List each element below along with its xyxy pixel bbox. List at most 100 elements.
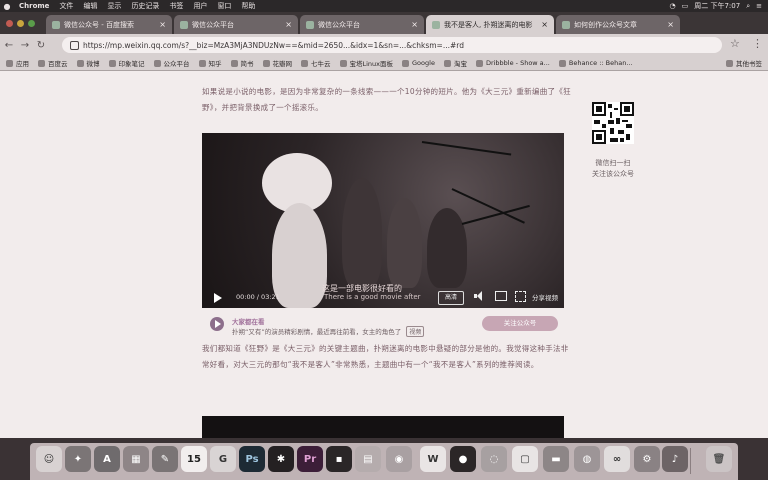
tab-close-icon[interactable]: × bbox=[541, 20, 548, 29]
tab-how-to-write[interactable]: 如何创作公众号文章 × bbox=[556, 15, 680, 34]
related-video-card[interactable]: 大家都在看 扑朔“又有”的演员精彩剧情，最近再往前看，女主的角色了 视频 关注公… bbox=[202, 315, 574, 337]
stickies-icon[interactable]: ▬ bbox=[543, 446, 569, 472]
menu-item-bookmarks[interactable]: 书签 bbox=[164, 1, 188, 11]
safari-icon[interactable]: ✎ bbox=[152, 446, 178, 472]
search-icon[interactable]: ⌕ bbox=[746, 2, 750, 11]
tab-article[interactable]: 我不是客人, 扑朔迷离的电影 × bbox=[426, 15, 554, 34]
menu-item-history[interactable]: 历史记录 bbox=[126, 1, 164, 11]
battery-icon[interactable]: ▭ bbox=[682, 2, 689, 10]
wechat-icon[interactable]: ◌ bbox=[481, 446, 507, 472]
video-channel-icon bbox=[210, 317, 224, 331]
bookmark-behance[interactable]: Behance :: Behan... bbox=[558, 59, 633, 67]
baidu-favicon-icon bbox=[52, 20, 60, 29]
quality-button[interactable]: 高清 bbox=[438, 291, 464, 305]
menu-item-people[interactable]: 用户 bbox=[188, 1, 212, 11]
card-title: 大家都在看 bbox=[232, 318, 265, 326]
wps-icon[interactable]: W bbox=[420, 446, 446, 472]
bookmarks-bar: 应用 百度云 微博 印象笔记 公众平台 知乎 简书 花瓣网 七牛云 宝塔Linu… bbox=[0, 56, 768, 71]
next-media-block bbox=[202, 416, 564, 438]
menu-item-view[interactable]: 显示 bbox=[102, 1, 126, 11]
menu-item-edit[interactable]: 编辑 bbox=[78, 1, 102, 11]
back-icon[interactable]: ← bbox=[2, 40, 16, 51]
bookmark-google[interactable]: Google bbox=[402, 59, 435, 67]
tab-close-icon[interactable]: × bbox=[159, 20, 166, 29]
qq-icon[interactable]: ● bbox=[450, 446, 476, 472]
url-input[interactable]: https://mp.weixin.qq.com/s?__biz=MzA3MjA… bbox=[62, 37, 722, 53]
bookmark-weibo[interactable]: 微博 bbox=[76, 58, 100, 68]
calendar-icon[interactable]: 15 bbox=[181, 446, 207, 472]
minimize-window-button[interactable] bbox=[17, 20, 24, 27]
terminal-icon[interactable]: ▪ bbox=[326, 446, 352, 472]
menu-app-name[interactable]: Chrome bbox=[14, 2, 54, 10]
bookmark-mp[interactable]: 公众平台 bbox=[153, 58, 190, 68]
bookmark-zhihu[interactable]: 知乎 bbox=[198, 58, 222, 68]
qiniu-icon bbox=[301, 59, 308, 67]
volume-icon[interactable] bbox=[474, 291, 484, 301]
preview-icon[interactable]: ▦ bbox=[123, 446, 149, 472]
weibo-icon bbox=[76, 59, 84, 67]
zhihu-icon bbox=[198, 59, 206, 67]
address-toolbar: ← → ↻ https://mp.weixin.qq.com/s?__biz=M… bbox=[0, 34, 768, 56]
card-tag: 视频 bbox=[406, 326, 425, 337]
forward-icon[interactable]: → bbox=[18, 40, 32, 51]
bookmark-baidu-cloud[interactable]: 百度云 bbox=[38, 58, 68, 68]
finder-icon[interactable]: ☺ bbox=[36, 446, 62, 472]
system-prefs-icon[interactable]: ⚙ bbox=[634, 446, 660, 472]
menu-item-help[interactable]: 帮助 bbox=[236, 1, 260, 11]
bookmark-other-folder[interactable]: 其他书签 bbox=[726, 58, 762, 68]
bookmark-apps[interactable]: 应用 bbox=[6, 58, 29, 68]
app-misc-icon[interactable]: ◍ bbox=[574, 446, 600, 472]
tower-icon[interactable]: G bbox=[210, 446, 236, 472]
trash-icon[interactable]: 🗑 bbox=[706, 446, 732, 472]
share-video-button[interactable]: 分享视频 bbox=[532, 292, 558, 302]
menubar-clock[interactable]: 周二 下午7:07 bbox=[694, 1, 740, 11]
photoshop-icon[interactable]: Ps bbox=[239, 446, 265, 472]
video-frame bbox=[202, 133, 564, 308]
evernote-icon bbox=[108, 59, 116, 67]
app-store-icon[interactable]: A bbox=[94, 446, 120, 472]
tab-mp-platform-2[interactable]: 微信公众平台 × bbox=[300, 15, 424, 34]
bookmark-huaban[interactable]: 花瓣网 bbox=[262, 58, 292, 68]
video-player[interactable]: 这是一部电影很好看的 There is a good movie after 0… bbox=[202, 133, 564, 308]
menu-item-file[interactable]: 文件 bbox=[54, 1, 78, 11]
wechat-favicon-icon bbox=[180, 20, 188, 29]
bookmark-evernote[interactable]: 印象笔记 bbox=[108, 58, 145, 68]
fullscreen-icon[interactable] bbox=[515, 291, 526, 302]
close-window-button[interactable] bbox=[6, 20, 13, 27]
huaban-icon bbox=[262, 59, 270, 67]
bookmark-dribbble[interactable]: Dribbble - Show a... bbox=[475, 59, 550, 67]
wechat-icon bbox=[153, 59, 161, 67]
baidu-cloud-icon[interactable]: ∞ bbox=[604, 446, 630, 472]
cloud-icon bbox=[38, 59, 45, 67]
lock-icon bbox=[70, 40, 79, 50]
pip-icon[interactable] bbox=[495, 291, 507, 301]
premiere-icon[interactable]: Pr bbox=[297, 446, 323, 472]
tab-close-icon[interactable]: × bbox=[285, 20, 292, 29]
launchpad-icon[interactable]: ✦ bbox=[65, 446, 91, 472]
article-favicon-icon bbox=[562, 20, 570, 29]
tab-mp-platform-1[interactable]: 微信公众平台 × bbox=[174, 15, 298, 34]
bookmark-bt-panel[interactable]: 宝塔Linux面板 bbox=[339, 58, 393, 68]
wifi-icon[interactable]: ◔ bbox=[670, 2, 676, 10]
music-icon[interactable]: ♪ bbox=[662, 446, 688, 472]
bookmark-star-icon[interactable]: ☆ bbox=[730, 37, 740, 50]
chrome-menu-icon[interactable]: ⋮ bbox=[752, 37, 763, 50]
finalcut-icon[interactable]: ✱ bbox=[268, 446, 294, 472]
zoom-window-button[interactable] bbox=[28, 20, 35, 27]
tab-close-icon[interactable]: × bbox=[411, 20, 418, 29]
bookmark-qiniu[interactable]: 七牛云 bbox=[301, 58, 331, 68]
notes-icon[interactable]: ▢ bbox=[512, 446, 538, 472]
follow-button[interactable]: 关注公众号 bbox=[482, 316, 558, 331]
tab-baidu-search[interactable]: 微信公众号 - 百度搜索 × bbox=[46, 15, 172, 34]
apple-icon[interactable]: ● bbox=[0, 2, 14, 11]
bookmark-jianshu[interactable]: 简书 bbox=[230, 58, 254, 68]
reload-icon[interactable]: ↻ bbox=[34, 40, 48, 51]
list-icon[interactable]: ≡ bbox=[756, 2, 762, 10]
tab-close-icon[interactable]: × bbox=[667, 20, 674, 29]
chrome-icon[interactable]: ◉ bbox=[386, 446, 412, 472]
jianshu-icon bbox=[230, 59, 238, 67]
app-icon[interactable]: ▤ bbox=[355, 446, 381, 472]
menu-item-window[interactable]: 窗口 bbox=[212, 1, 236, 11]
bookmark-taobao[interactable]: 淘宝 bbox=[443, 58, 467, 68]
play-icon[interactable] bbox=[214, 293, 222, 303]
